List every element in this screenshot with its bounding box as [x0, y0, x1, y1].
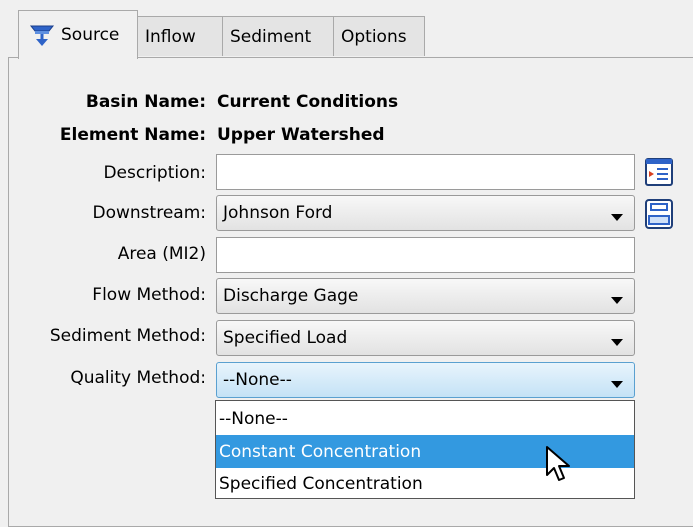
sediment-method-label: Sediment Method: — [49, 326, 206, 346]
tab-options-label: Options — [341, 26, 407, 47]
tab-sediment[interactable]: Sediment — [222, 16, 334, 56]
quality-method-select[interactable]: --None-- — [216, 362, 635, 398]
flow-method-label: Flow Method: — [92, 285, 206, 305]
element-name-label: Element Name: — [59, 125, 206, 145]
tab-sediment-label: Sediment — [230, 26, 312, 47]
sediment-method-select[interactable]: Specified Load — [216, 320, 635, 356]
downstream-value: Johnson Ford — [223, 203, 333, 223]
description-field[interactable] — [216, 154, 635, 190]
chevron-down-icon — [611, 297, 623, 304]
downstream-select[interactable]: Johnson Ford — [216, 195, 635, 231]
description-edit-button[interactable] — [643, 156, 675, 188]
element-name-value: Upper Watershed — [217, 125, 385, 145]
description-edit-icon — [645, 158, 673, 186]
tab-inflow-label: Inflow — [145, 26, 196, 47]
element-select-icon — [645, 199, 673, 229]
source-icon — [29, 22, 55, 48]
sediment-method-value: Specified Load — [223, 328, 348, 348]
flow-method-select[interactable]: Discharge Gage — [216, 278, 635, 314]
tab-source[interactable]: Source — [18, 10, 138, 59]
tab-inflow[interactable]: Inflow — [137, 16, 223, 56]
option-none[interactable]: --None-- — [216, 402, 634, 435]
quality-method-value: --None-- — [223, 370, 292, 390]
basin-name-value: Current Conditions — [217, 92, 399, 112]
area-label: Area (MI2) — [117, 244, 206, 264]
area-field[interactable] — [216, 237, 635, 273]
element-select-button[interactable] — [643, 198, 675, 230]
description-label: Description: — [103, 163, 206, 183]
quality-method-label: Quality Method: — [70, 368, 206, 388]
downstream-label: Downstream: — [92, 203, 206, 223]
chevron-down-icon — [611, 381, 623, 388]
tab-strip: Inflow Sediment Options Source — [0, 0, 693, 59]
tab-source-label: Source — [61, 25, 120, 45]
flow-method-value: Discharge Gage — [223, 286, 359, 306]
chevron-down-icon — [611, 214, 623, 221]
chevron-down-icon — [611, 339, 623, 346]
basin-name-label: Basin Name: — [85, 92, 206, 112]
tab-options[interactable]: Options — [333, 16, 425, 56]
mouse-cursor-icon — [545, 445, 573, 485]
